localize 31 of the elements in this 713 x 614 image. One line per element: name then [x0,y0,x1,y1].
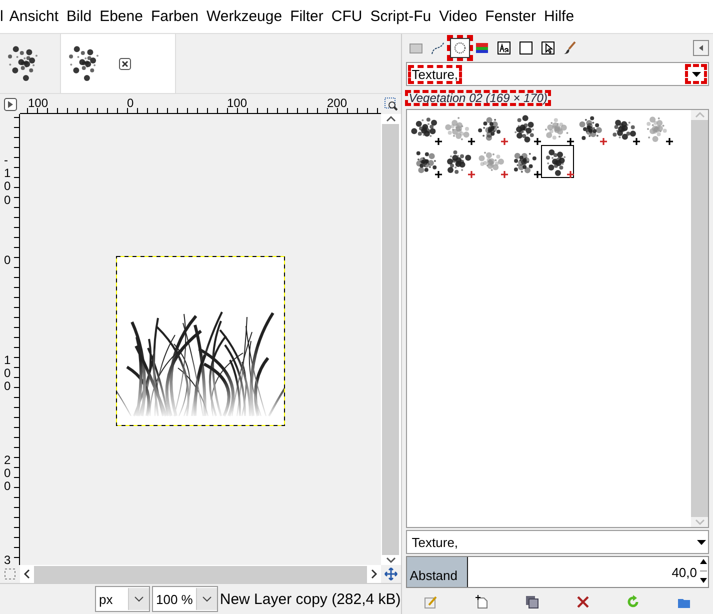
status-text: New Layer copy (282,4 kB) [220,590,401,608]
menu-item[interactable]: Video [439,8,486,25]
ruler-label: 0 [127,96,134,110]
ruler-label: 100 [227,96,248,110]
menu-item[interactable]: Hilfe [544,8,582,25]
menu-item[interactable]: CFU [331,8,370,25]
unit-dropdown[interactable]: px [95,586,150,612]
ruler-label: 3 [4,554,12,565]
menu-item[interactable]: Werkzeuge [206,8,290,25]
menu-item[interactable]: Filter [290,8,332,25]
menu-item[interactable]: Ebene [100,8,151,25]
menu-item[interactable]: Bild [66,8,100,25]
ruler-label: 100 [4,354,12,394]
spin-label: Abstand [408,568,458,585]
menu-item[interactable]: l [0,8,10,25]
spin-value: 40,0 [672,564,698,580]
tag-filter-text: Texture, [408,66,462,82]
ruler-label: -100 [4,154,12,207]
ruler-label: 200 [327,96,348,110]
ruler-label: 200 [4,454,12,494]
tag-filter-combo[interactable]: Texture, [406,62,709,86]
menu-item[interactable]: Farben [150,8,206,25]
menu-item[interactable]: Fenster [485,8,544,25]
menu-item[interactable]: Script-Fu [370,8,440,25]
ruler-label: 0 [4,254,12,268]
spacing-spinner[interactable]: Abstand 40,0 [406,556,709,588]
menu-item[interactable]: Ansicht [9,8,67,25]
brush-name: Vegetation 02 (169 × 170) [406,90,550,104]
zoom-dropdown[interactable]: 100 % [152,586,218,612]
tag-entry-field[interactable]: Texture, [406,530,709,554]
ruler-label: 100 [28,96,48,110]
